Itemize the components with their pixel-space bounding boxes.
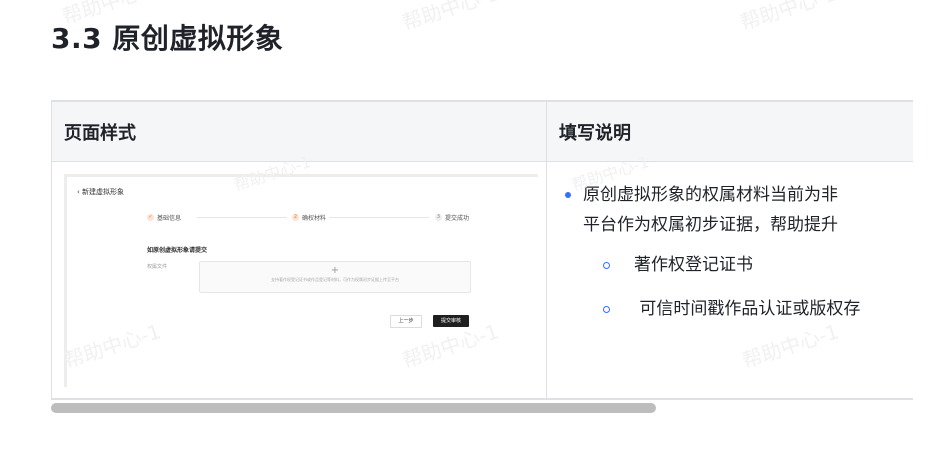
instructions-list: 原创虚拟形象的权属材料当前为非 平台作为权属初步证据，帮助提升 著作权登记证书 … [547,162,913,324]
watermark: 帮助中心-1 [399,0,502,35]
field-label: 权属文件 [147,264,168,270]
column-header-instructions: 填写说明 [546,101,913,162]
step-number: 3 [435,214,442,221]
check-icon: ✓ [147,214,154,221]
step-3: 3 提交成功 [435,213,469,222]
table-row: ‹ 新建虚拟形象 ✓ 基础信息 2 确权材料 3 提交成功 如原创虚拟形象请提交… [51,161,913,399]
hollow-bullet-icon [603,261,610,269]
step-number: 2 [292,214,299,221]
step-label: 提交成功 [445,215,470,222]
stepper: ✓ 基础信息 2 确权材料 3 提交成功 [147,213,477,225]
section-heading: 3.3 原创虚拟形象 [51,22,284,55]
back-link: ‹ 新建虚拟形象 [77,188,125,196]
upload-hint: 支持著作权登记证书或作品登记等材料，可作为权属初步证据上传至平台 [271,277,399,282]
preview-screenshot: ‹ 新建虚拟形象 ✓ 基础信息 2 确权材料 3 提交成功 如原创虚拟形象请提交… [64,174,538,387]
hollow-bullet-icon [603,305,610,313]
submit-review-button: 提交审核 [433,315,469,327]
sub-list-item-text: 可信时间戳作品认证或版权存 [634,299,861,319]
step-2: 2 确权材料 [292,213,326,222]
prev-step-button: 上一步 [390,315,422,328]
bullet-icon [565,192,571,198]
list-item-line: 平台作为权属初步证据，帮助提升 [583,215,838,235]
upload-area: + 支持著作权登记证书或作品登记等材料，可作为权属初步证据上传至平台 [199,261,471,293]
preview-cell: ‹ 新建虚拟形象 ✓ 基础信息 2 确权材料 3 提交成功 如原创虚拟形象请提交… [51,161,547,399]
step-connector [197,217,287,218]
content-table: 页面样式 填写说明 ‹ 新建虚拟形象 ✓ 基础信息 2 确权材料 3 提交成功 … [51,101,913,399]
sub-list-item: 可信时间戳作品认证或版权存 [563,294,913,324]
plus-icon: + [330,265,340,276]
watermark: 帮助中心-1 [737,0,840,35]
section-title: 如原创虚拟形象请提交 [147,247,208,254]
table-header-row: 页面样式 填写说明 [51,101,913,162]
step-label: 基础信息 [157,215,182,222]
step-connector [329,217,429,218]
column-header-page-style: 页面样式 [51,101,547,162]
instructions-cell: 原创虚拟形象的权属材料当前为非 平台作为权属初步证据，帮助提升 著作权登记证书 … [546,161,913,399]
sub-list-item-text: 著作权登记证书 [634,255,753,275]
step-label: 确权材料 [302,215,327,222]
step-1: ✓ 基础信息 [147,213,181,222]
list-item: 原创虚拟形象的权属材料当前为非 平台作为权属初步证据，帮助提升 [563,180,913,240]
horizontal-scrollbar[interactable] [51,403,656,413]
list-item-text: 原创虚拟形象的权属材料当前为非 平台作为权属初步证据，帮助提升 [583,180,838,240]
list-item-line: 原创虚拟形象的权属材料当前为非 [583,185,838,205]
sub-list-item: 著作权登记证书 [563,250,913,280]
content-table-container[interactable]: 页面样式 填写说明 ‹ 新建虚拟形象 ✓ 基础信息 2 确权材料 3 提交成功 … [51,100,913,400]
